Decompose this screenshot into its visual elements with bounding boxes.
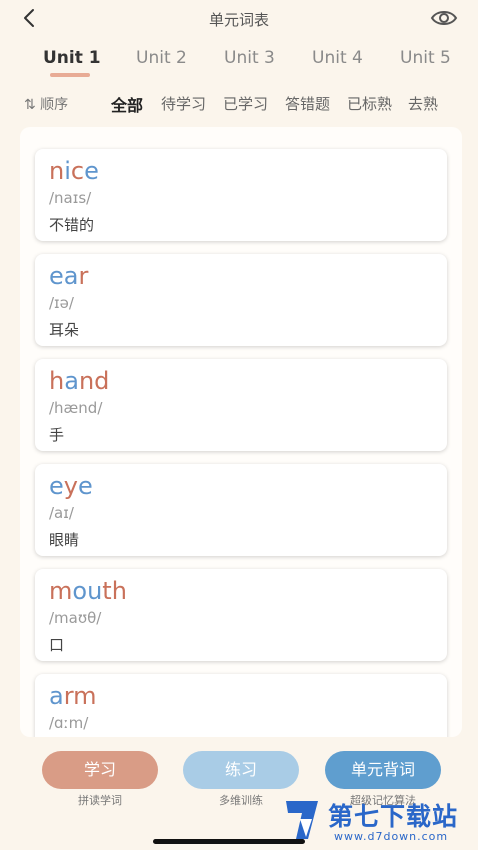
word-letter: h	[49, 367, 65, 395]
word-letter: a	[63, 262, 79, 290]
word-phonetic: /ɪə/	[49, 294, 74, 312]
word-letter: m	[73, 682, 97, 710]
word-meaning: 不错的	[49, 216, 95, 234]
tab-unit-4[interactable]: Unit 4	[312, 48, 363, 68]
word-letter: u	[87, 577, 103, 605]
tab-unit-5[interactable]: Unit 5	[400, 48, 451, 68]
tab-unit-2[interactable]: Unit 2	[136, 48, 187, 68]
filter-marked-familiar[interactable]: 已标熟	[347, 93, 392, 114]
word-phonetic: /maʊθ/	[49, 609, 102, 627]
word-card[interactable]: eye /aɪ/ 眼睛	[35, 464, 447, 556]
word-phonetic: /aɪ/	[49, 504, 74, 522]
word-letter: e	[49, 472, 64, 500]
word-letter: y	[63, 472, 78, 500]
filter-all[interactable]: 全部	[111, 92, 143, 116]
watermark-url: www.d7down.com	[334, 830, 449, 843]
word-letter: a	[49, 682, 64, 710]
study-button[interactable]: 学习	[42, 751, 158, 789]
tab-unit-3[interactable]: Unit 3	[224, 48, 275, 68]
word-card[interactable]: mouth /maʊθ/ 口	[35, 569, 447, 661]
tab-unit-1[interactable]: Unit 1	[43, 48, 101, 68]
word-text: mouth	[49, 577, 127, 605]
word-letter: d	[94, 367, 110, 395]
word-card[interactable]: hand /hænd/ 手	[35, 359, 447, 451]
word-letter: o	[72, 577, 88, 605]
word-card[interactable]: arm /ɑːm/	[35, 674, 447, 737]
word-card[interactable]: nice /naɪs/ 不错的	[35, 149, 447, 241]
sort-order-button[interactable]: ⇅ 顺序	[24, 94, 68, 114]
word-letter: a	[64, 367, 79, 395]
word-letter: h	[111, 577, 127, 605]
word-letter: r	[78, 262, 89, 290]
filter-remove-familiar[interactable]: 去熟	[408, 93, 438, 114]
word-text: ear	[49, 262, 88, 290]
word-meaning: 手	[49, 426, 65, 444]
word-letter: n	[49, 157, 65, 185]
word-letter: r	[63, 682, 74, 710]
word-meaning: 耳朵	[49, 321, 80, 339]
word-letter: t	[102, 577, 112, 605]
filter-wrong[interactable]: 答错题	[285, 93, 330, 114]
word-phonetic: /naɪs/	[49, 189, 92, 207]
word-text: eye	[49, 472, 93, 500]
eye-icon[interactable]	[430, 6, 458, 30]
site-logo-icon	[286, 801, 318, 839]
word-letter: e	[49, 262, 64, 290]
practice-button[interactable]: 练习	[183, 751, 299, 789]
watermark-text: 第七下载站	[328, 802, 459, 831]
active-tab-indicator	[50, 73, 90, 77]
word-letter: m	[49, 577, 73, 605]
word-phonetic: /ɑːm/	[49, 714, 89, 732]
word-phonetic: /hænd/	[49, 399, 103, 417]
word-text: nice	[49, 157, 99, 185]
filter-row: ⇅ 顺序 全部 待学习 已学习 答错题 已标熟 去熟	[0, 92, 478, 116]
word-list: nice /naɪs/ 不错的 ear /ɪə/ 耳朵 hand /hænd/ …	[20, 127, 462, 737]
word-letter: e	[77, 472, 93, 500]
word-letter: n	[78, 367, 95, 395]
home-indicator	[153, 839, 305, 844]
word-text: hand	[49, 367, 109, 395]
study-subtitle: 拼读学词	[78, 794, 122, 807]
word-letter: i	[64, 157, 71, 185]
word-letter: e	[84, 157, 99, 185]
watermark: 第七下载站 www.d7down.com	[282, 795, 474, 847]
word-text: arm	[49, 682, 97, 710]
filter-to-learn[interactable]: 待学习	[161, 93, 206, 114]
word-meaning: 口	[49, 636, 65, 654]
word-card[interactable]: ear /ɪə/ 耳朵	[35, 254, 447, 346]
word-letter: c	[70, 157, 85, 185]
word-meaning: 眼睛	[49, 531, 80, 549]
unit-recite-button[interactable]: 单元背词	[325, 751, 441, 789]
page-title: 单元词表	[208, 11, 269, 29]
top-bar: 单元词表	[0, 0, 478, 38]
filter-learned[interactable]: 已学习	[223, 93, 268, 114]
unit-tabs: Unit 1 Unit 2 Unit 3 Unit 4 Unit 5	[0, 46, 478, 77]
